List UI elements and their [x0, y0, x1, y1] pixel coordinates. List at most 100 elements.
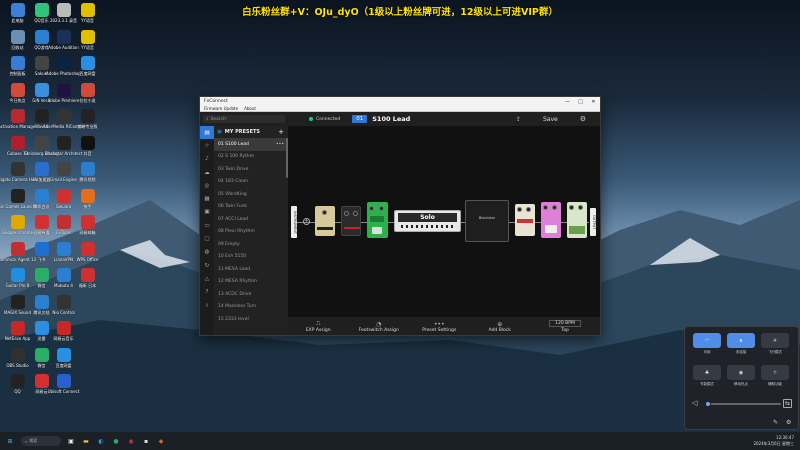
guitar-icon[interactable]: ♪: [200, 153, 214, 166]
volume-slider[interactable]: [705, 401, 781, 407]
tap-tempo[interactable]: 120 BPM Tap: [530, 320, 600, 335]
quick-toggle[interactable]: ♣: [693, 365, 721, 380]
desktop-icon[interactable]: Elgato Camera Hub: [0, 162, 37, 182]
cab-icon[interactable]: ▢: [200, 232, 214, 245]
desktop-icon[interactable]: MAGIX Sound: [4, 294, 31, 315]
desktop-icon[interactable]: Ubisoft Connect: [48, 374, 79, 394]
desktop-icon[interactable]: NetEase App: [5, 321, 30, 341]
desktop-icon[interactable]: 微信: [30, 347, 53, 368]
qs-settings-icon[interactable]: ⚙: [786, 419, 791, 426]
desktop-icon[interactable]: 今日热点: [6, 82, 29, 103]
task-view-icon[interactable]: ▣: [66, 436, 76, 446]
desktop-icon[interactable]: AlterMedia RIControl: [43, 109, 84, 129]
desktop-icon[interactable]: Adobe Audition: [48, 29, 79, 50]
desktop-icon[interactable]: Blackstar Architect: [45, 135, 82, 156]
desktop-icon[interactable]: 腾讯视频: [76, 162, 99, 182]
save-button[interactable]: Save: [543, 116, 558, 123]
desktop-icon[interactable]: 网易邮箱: [76, 215, 99, 235]
chorus-pedal[interactable]: [515, 204, 535, 236]
pedal-icon[interactable]: ▣: [200, 206, 214, 219]
desktop-icon[interactable]: Gmail Engine: [50, 162, 77, 182]
preset-list-item[interactable]: 09 Empty: [214, 238, 288, 251]
delay-pedal[interactable]: [567, 202, 587, 238]
footswitch-assign-button[interactable]: ◔ Footswitch Assign: [349, 321, 410, 335]
audio-output-icon[interactable]: ⇆: [783, 399, 793, 408]
edit-icon[interactable]: ✎: [773, 419, 778, 426]
grid-icon[interactable]: ▦: [200, 192, 214, 205]
preset-settings-button[interactable]: ••• Preset Settings: [409, 321, 470, 335]
desktop-icon[interactable]: 迅雷: [30, 321, 53, 341]
add-preset-icon[interactable]: +: [278, 128, 284, 136]
desktop-icon[interactable]: 网易云音乐: [52, 321, 75, 341]
desktop-icon[interactable]: 2023.3.1 录音: [50, 3, 77, 23]
preset-list-item[interactable]: 13 ACDC Drive: [214, 288, 288, 301]
desktop-icon[interactable]: 飞书: [30, 241, 53, 262]
wechat-taskbar-icon[interactable]: ●: [111, 436, 121, 446]
menu-about[interactable]: About: [244, 106, 256, 111]
quick-toggle[interactable]: ◉: [727, 365, 755, 380]
preset-list-item[interactable]: 07 ACCI Lead: [214, 213, 288, 226]
window-titlebar[interactable]: FxConnect — □ ✕: [200, 97, 600, 106]
desktop-icon[interactable]: 福昕 日本: [76, 268, 99, 288]
desktop-icon[interactable]: Nio Control: [52, 294, 75, 315]
preset-list-item[interactable]: 10 Esh 5150: [214, 251, 288, 264]
file-explorer-icon[interactable]: ▬: [81, 436, 91, 446]
od-pedal[interactable]: [367, 202, 388, 238]
presets-list-icon[interactable]: ▤: [200, 126, 214, 140]
amp-icon[interactable]: ▭: [200, 219, 214, 232]
preset-more-icon[interactable]: •••: [276, 142, 284, 147]
desktop-icon[interactable]: 百度网盘: [52, 347, 75, 368]
desktop-icon[interactable]: Gwuaro: [52, 188, 75, 209]
preset-list-item[interactable]: 05 VibraKing: [214, 188, 288, 201]
quick-toggle[interactable]: ʙ: [727, 333, 755, 348]
preset-list-item[interactable]: 14 Massless Turn: [214, 301, 288, 314]
netease-taskbar-icon[interactable]: ◉: [126, 436, 136, 446]
preset-search-input[interactable]: ⌕ Search: [203, 115, 285, 123]
amp-block[interactable]: Solo: [394, 210, 461, 232]
desktop-icon[interactable]: QQ: [6, 374, 29, 394]
quick-toggle[interactable]: ✈: [761, 333, 789, 348]
desktop-icon[interactable]: 微信: [30, 268, 53, 288]
taskbar-search[interactable]: ⌕ 搜索: [21, 436, 61, 446]
favorites-icon[interactable]: ☆: [200, 139, 214, 152]
fxconnect-taskbar-icon[interactable]: ▪: [141, 436, 151, 446]
cloud-icon[interactable]: ☁: [200, 166, 214, 179]
maximize-button[interactable]: □: [574, 99, 587, 105]
volume-thumb[interactable]: [705, 401, 712, 407]
help-icon[interactable]: ?: [200, 286, 214, 299]
desktop-icon[interactable]: 控制面板: [6, 56, 29, 76]
desktop-icon[interactable]: 回收站: [6, 29, 29, 50]
bpm-display[interactable]: 120 BPM: [549, 320, 581, 327]
quick-toggle[interactable]: ☥: [761, 365, 789, 380]
desktop-icon[interactable]: OBS Studio: [6, 347, 29, 368]
preset-list-item[interactable]: 11 MESA Lead: [214, 263, 288, 276]
preset-list-item[interactable]: 01 S100 Lead •••: [214, 138, 288, 151]
desktop-icon[interactable]: 剪映专业版: [76, 109, 99, 129]
desktop-icon[interactable]: Activation Manager: [0, 109, 37, 129]
desktop-icon[interactable]: 百度网盘: [76, 56, 99, 76]
quick-toggle[interactable]: ◠: [693, 333, 721, 348]
metronome-icon[interactable]: △: [200, 272, 214, 285]
desktop-icon[interactable]: Epic Games Launcher: [0, 188, 39, 209]
desktop-icon[interactable]: YY语音: [76, 29, 99, 50]
preset-list-item[interactable]: 04 183 Clean: [214, 176, 288, 189]
desktop-icon[interactable]: 快手: [76, 188, 99, 209]
preset-list-item[interactable]: 15 2333 level: [214, 313, 288, 326]
app-taskbar-icon[interactable]: ◆: [156, 436, 166, 446]
preset-list-item[interactable]: 08 Plexi Rhythm: [214, 226, 288, 239]
speaker-icon[interactable]: ◁: [692, 399, 697, 407]
settings-gear-icon[interactable]: ⚙: [580, 115, 586, 123]
current-preset-name[interactable]: S100 Lead: [372, 115, 410, 123]
mic-icon[interactable]: ◍: [200, 246, 214, 259]
info-icon[interactable]: i: [200, 299, 214, 312]
menu-firmware-update[interactable]: Firmware Update: [204, 106, 238, 111]
add-block-button[interactable]: ⊕ Add Block: [470, 321, 531, 335]
desktop-icon[interactable]: LianaVPN: [52, 241, 75, 262]
desktop-icon[interactable]: 此电脑: [6, 3, 29, 23]
desktop-icon[interactable]: Gimmick Agent 13: [0, 241, 36, 262]
drive-pedal[interactable]: [315, 206, 335, 236]
start-icon[interactable]: ⊞: [5, 436, 15, 446]
cab-block[interactable]: Blackstar: [465, 200, 509, 242]
desktop-icon[interactable]: YY语音: [76, 3, 99, 23]
preset-list-item[interactable]: 12 MESA Rhythm: [214, 276, 288, 289]
